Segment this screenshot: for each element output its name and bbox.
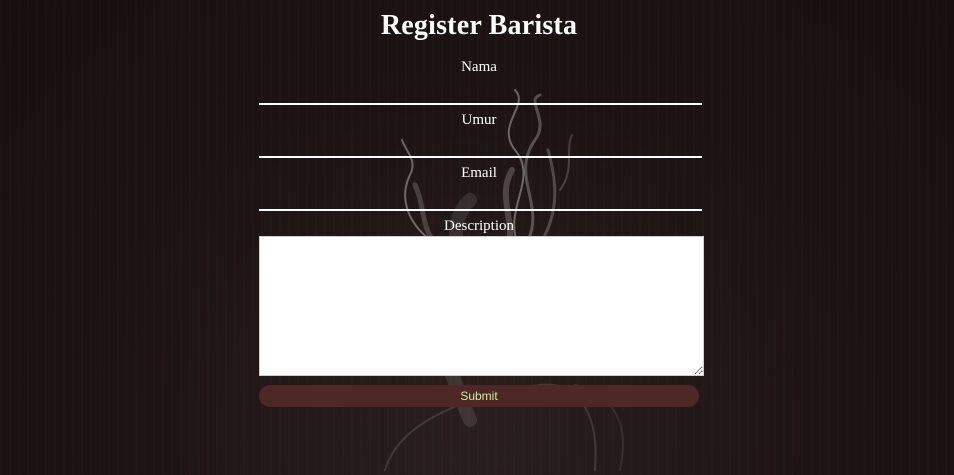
page-title: Register Barista — [380, 10, 578, 41]
nama-input[interactable] — [259, 77, 702, 105]
description-label: Description — [444, 218, 514, 234]
email-label: Email — [461, 165, 497, 181]
submit-button[interactable]: Submit — [259, 385, 699, 407]
description-textarea[interactable] — [259, 236, 704, 376]
umur-input[interactable] — [259, 130, 702, 158]
umur-label: Umur — [461, 112, 497, 128]
nama-label: Nama — [461, 59, 497, 75]
email-input[interactable] — [259, 183, 702, 211]
register-form: Nama Umur Email Description Submit — [259, 57, 705, 407]
